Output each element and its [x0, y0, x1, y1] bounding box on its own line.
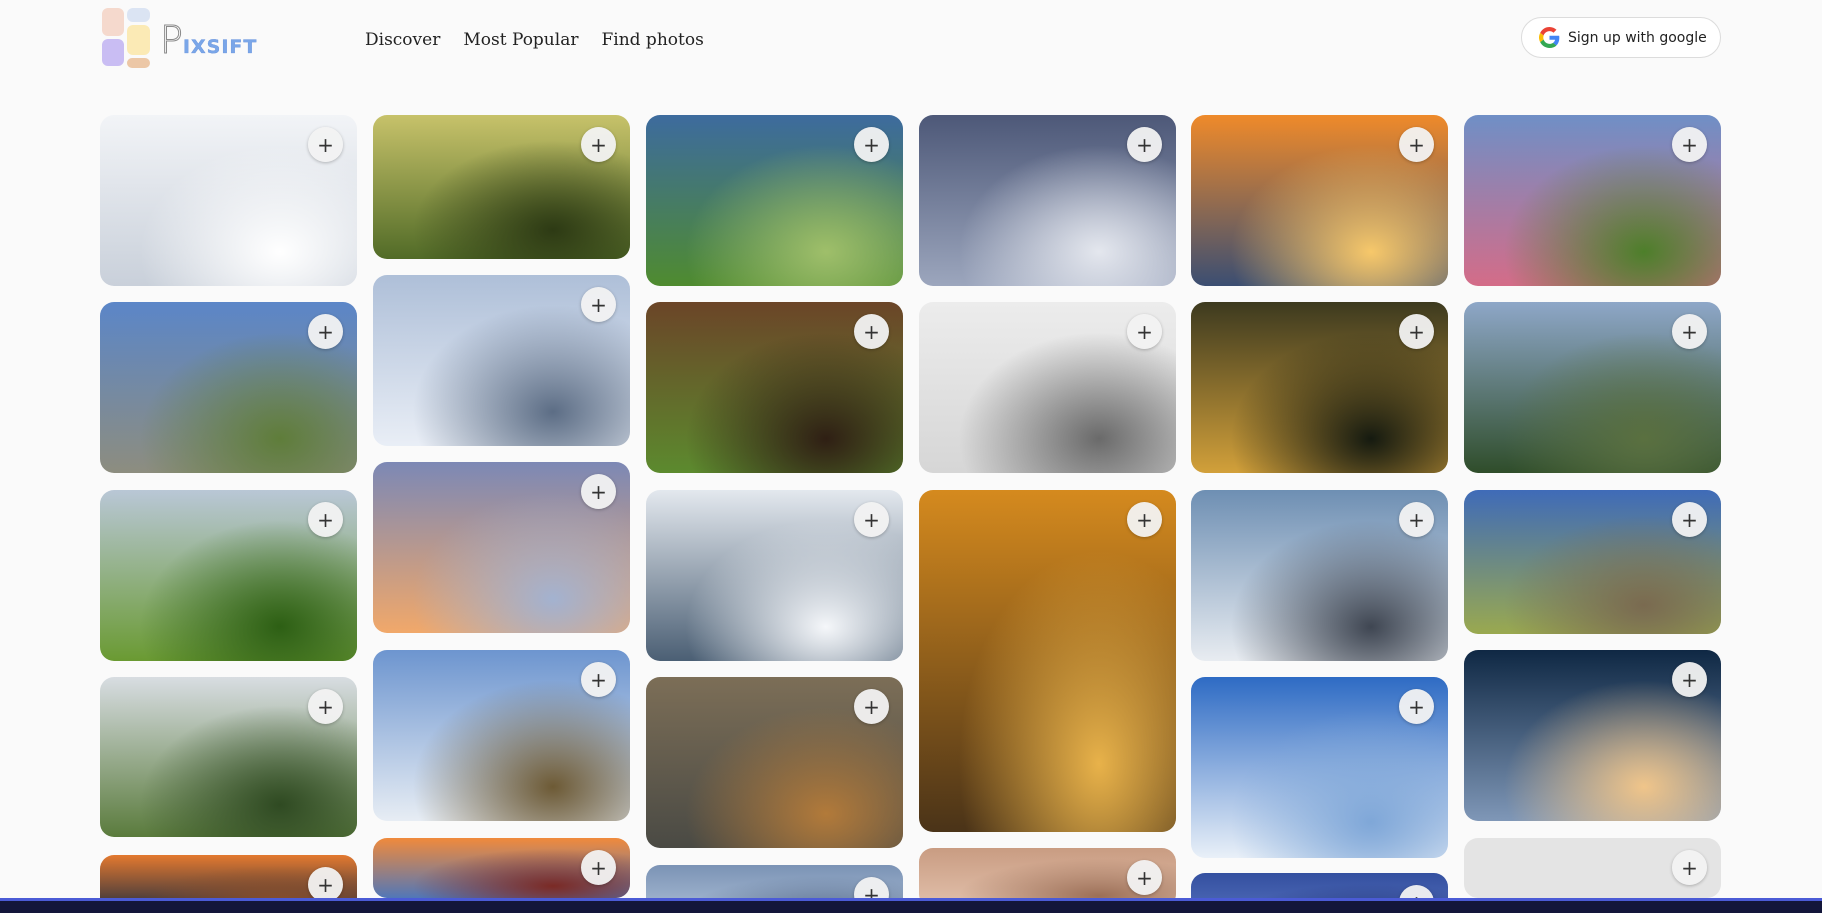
- photo-card[interactable]: +: [1191, 302, 1448, 473]
- add-to-collection-button[interactable]: +: [581, 127, 616, 162]
- add-to-collection-button[interactable]: +: [308, 127, 343, 162]
- add-to-collection-button[interactable]: +: [308, 314, 343, 349]
- photo-gallery: +++++++++++++++++++++++++++++: [0, 0, 1822, 913]
- photo-card[interactable]: +: [1464, 490, 1721, 634]
- photo-card[interactable]: +: [100, 490, 357, 661]
- photo-card[interactable]: +: [1464, 650, 1721, 821]
- add-to-collection-button[interactable]: +: [581, 474, 616, 509]
- add-to-collection-button[interactable]: +: [1672, 127, 1707, 162]
- add-to-collection-button[interactable]: +: [581, 850, 616, 885]
- photo-card[interactable]: +: [646, 490, 903, 661]
- add-to-collection-button[interactable]: +: [854, 314, 889, 349]
- photo-card[interactable]: +: [100, 677, 357, 837]
- photo-card[interactable]: +: [646, 302, 903, 473]
- photo-card[interactable]: +: [100, 115, 357, 286]
- photo-card[interactable]: +: [919, 490, 1176, 832]
- photo-card[interactable]: +: [100, 302, 357, 473]
- add-to-collection-button[interactable]: +: [1672, 662, 1707, 697]
- photo-card[interactable]: +: [1191, 490, 1448, 661]
- add-to-collection-button[interactable]: +: [1672, 502, 1707, 537]
- add-to-collection-button[interactable]: +: [308, 689, 343, 724]
- photo-card[interactable]: +: [1464, 115, 1721, 286]
- photo-card[interactable]: +: [373, 275, 630, 446]
- add-to-collection-button[interactable]: +: [581, 287, 616, 322]
- photo-card[interactable]: +: [646, 115, 903, 286]
- add-to-collection-button[interactable]: +: [1399, 502, 1434, 537]
- photo-card[interactable]: +: [373, 462, 630, 633]
- photo-image: [919, 490, 1176, 832]
- photo-card[interactable]: +: [919, 302, 1176, 473]
- photo-card[interactable]: +: [1191, 115, 1448, 286]
- add-to-collection-button[interactable]: +: [1127, 127, 1162, 162]
- add-to-collection-button[interactable]: +: [1127, 502, 1162, 537]
- add-to-collection-button[interactable]: +: [1127, 314, 1162, 349]
- add-to-collection-button[interactable]: +: [1399, 314, 1434, 349]
- photo-card[interactable]: +: [373, 115, 630, 259]
- photo-card[interactable]: +: [1464, 302, 1721, 473]
- add-to-collection-button[interactable]: +: [1672, 850, 1707, 885]
- photo-card[interactable]: +: [1191, 677, 1448, 858]
- add-to-collection-button[interactable]: +: [1399, 127, 1434, 162]
- add-to-collection-button[interactable]: +: [308, 502, 343, 537]
- photo-card[interactable]: +: [1464, 838, 1721, 898]
- add-to-collection-button[interactable]: +: [581, 662, 616, 697]
- photo-card[interactable]: +: [373, 650, 630, 821]
- photo-card[interactable]: +: [373, 838, 630, 898]
- photo-card[interactable]: +: [646, 677, 903, 848]
- add-to-collection-button[interactable]: +: [1399, 689, 1434, 724]
- photo-card[interactable]: +: [919, 115, 1176, 286]
- add-to-collection-button[interactable]: +: [854, 127, 889, 162]
- add-to-collection-button[interactable]: +: [308, 867, 343, 902]
- add-to-collection-button[interactable]: +: [854, 502, 889, 537]
- add-to-collection-button[interactable]: +: [1127, 860, 1162, 895]
- add-to-collection-button[interactable]: +: [1672, 314, 1707, 349]
- add-to-collection-button[interactable]: +: [854, 689, 889, 724]
- bottom-bar: [0, 898, 1822, 913]
